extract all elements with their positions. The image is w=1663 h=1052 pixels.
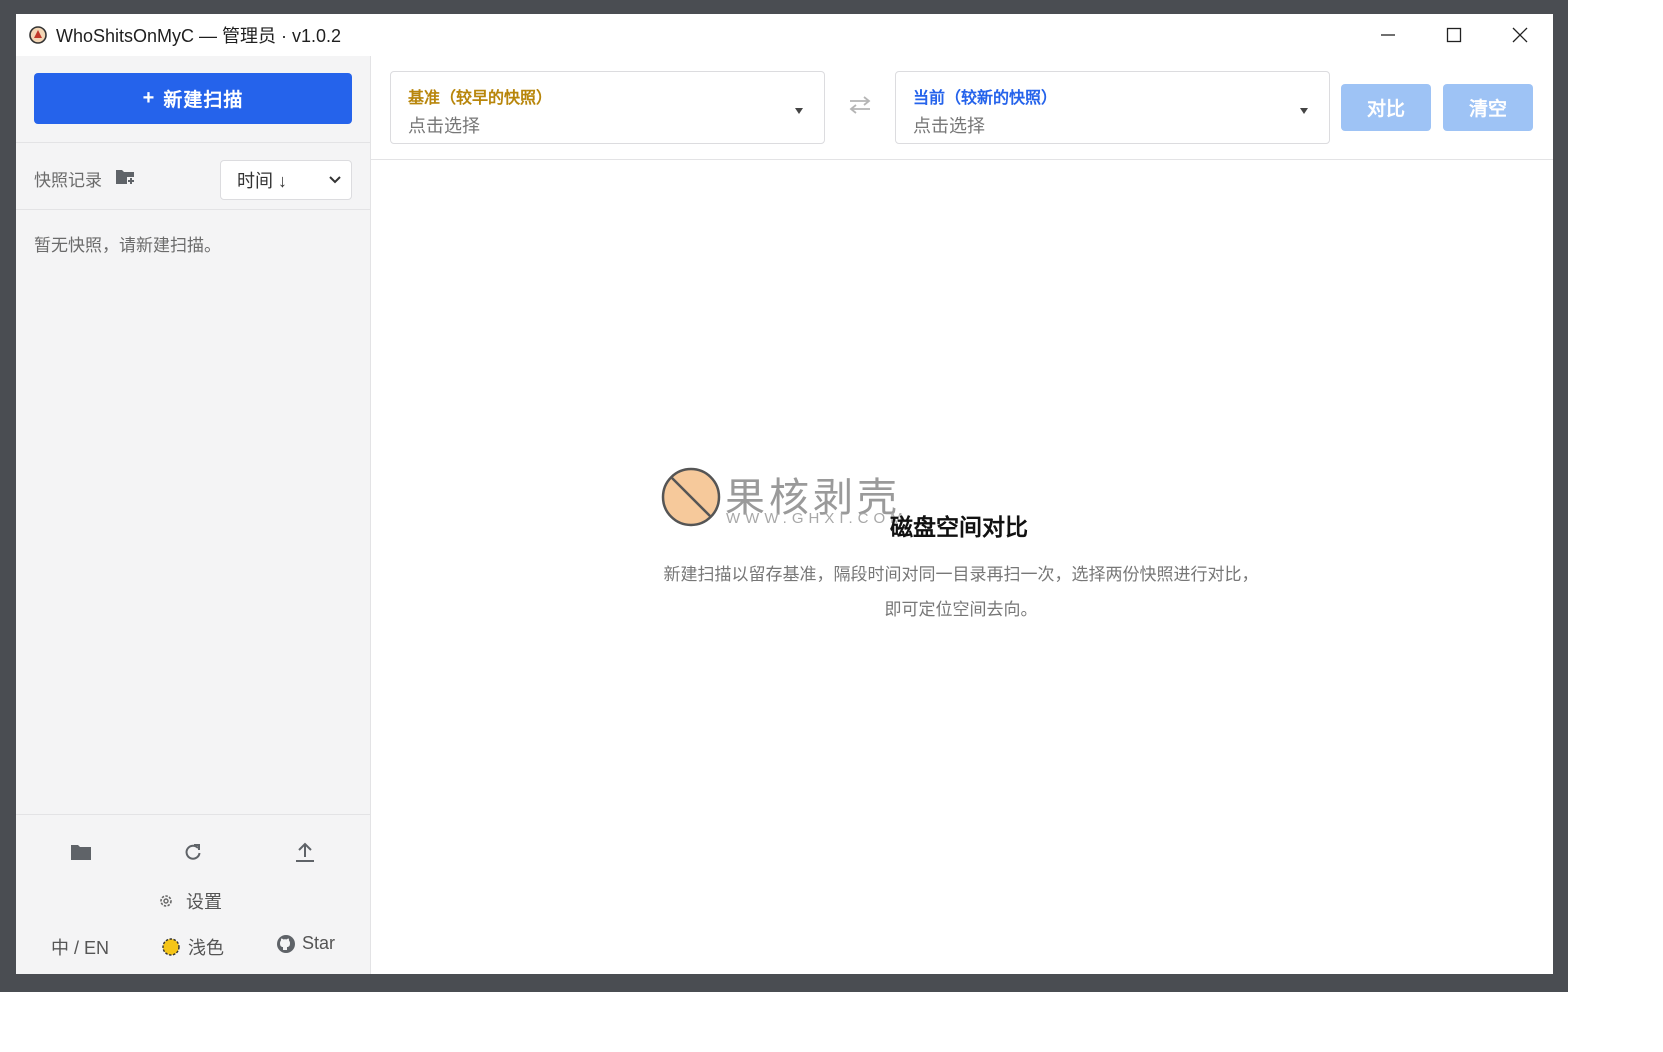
current-snapshot-title: 当前（较新的快照） bbox=[913, 90, 1058, 107]
minimize-button[interactable] bbox=[1355, 14, 1421, 56]
upload-icon bbox=[296, 842, 314, 862]
settings-label: 设置 bbox=[186, 892, 222, 912]
base-snapshot-select[interactable]: 基准（较早的快照） 点击选择 bbox=[390, 71, 825, 144]
snapshot-selector-bar: 基准（较早的快照） 点击选择 当前（较新的快照） 点击选择 对比 清空 bbox=[371, 56, 1553, 160]
snapshot-empty-text: 暂无快照，请新建扫描。 bbox=[34, 236, 221, 255]
divider bbox=[16, 209, 370, 210]
folder-import-icon[interactable] bbox=[115, 168, 136, 191]
app-logo-icon bbox=[28, 25, 48, 45]
current-snapshot-select[interactable]: 当前（较新的快照） 点击选择 bbox=[895, 71, 1330, 144]
settings-button[interactable]: 设置 bbox=[158, 888, 222, 914]
open-folder-button[interactable] bbox=[65, 836, 97, 868]
empty-state-title: 磁盘空间对比 bbox=[890, 514, 1028, 540]
new-scan-button[interactable]: + 新建扫描 bbox=[34, 73, 352, 124]
app-window: WhoShitsOnMyC — 管理员 · v1.0.2 + 新建扫描 快照记录… bbox=[16, 14, 1553, 974]
window-title: WhoShitsOnMyC — 管理员 · v1.0.2 bbox=[56, 26, 342, 46]
refresh-icon bbox=[185, 844, 201, 860]
sidebar: + 新建扫描 快照记录 时间 ↓ 暂无快照，请新建扫描。 设置 中 / EN 浅… bbox=[16, 56, 371, 974]
clear-button[interactable]: 清空 bbox=[1443, 84, 1533, 131]
caret-down-icon bbox=[794, 102, 804, 120]
watermark-logo-icon bbox=[660, 466, 722, 533]
history-label: 快照记录 bbox=[34, 171, 102, 190]
new-scan-label: 新建扫描 bbox=[163, 90, 244, 111]
github-star-link[interactable]: Star bbox=[276, 933, 335, 954]
compare-button[interactable]: 对比 bbox=[1341, 84, 1431, 131]
divider bbox=[16, 814, 370, 815]
swap-icon[interactable] bbox=[847, 94, 873, 121]
history-header: 快照记录 时间 ↓ bbox=[16, 143, 370, 209]
language-toggle[interactable]: 中 / EN bbox=[51, 934, 109, 960]
star-label: Star bbox=[302, 933, 336, 953]
plus-icon: + bbox=[142, 87, 156, 109]
sort-select-value: 时间 ↓ bbox=[237, 171, 288, 191]
theme-toggle[interactable]: 浅色 bbox=[160, 934, 224, 960]
maximize-button[interactable] bbox=[1421, 14, 1487, 56]
window-controls bbox=[1355, 14, 1553, 56]
sort-select[interactable]: 时间 ↓ bbox=[220, 160, 352, 200]
base-snapshot-title: 基准（较早的快照） bbox=[408, 90, 553, 107]
refresh-button[interactable] bbox=[177, 836, 209, 868]
desktop-frame: WhoShitsOnMyC — 管理员 · v1.0.2 + 新建扫描 快照记录… bbox=[0, 0, 1568, 992]
github-icon bbox=[277, 934, 295, 953]
title-bar: WhoShitsOnMyC — 管理员 · v1.0.2 bbox=[16, 14, 1553, 56]
close-button[interactable] bbox=[1487, 14, 1553, 56]
theme-label: 浅色 bbox=[188, 938, 224, 958]
folder-icon bbox=[71, 845, 91, 860]
gear-icon bbox=[160, 895, 172, 907]
caret-down-icon bbox=[1299, 102, 1309, 120]
main-content: 果核剥壳 WWW.GHXI.COM 磁盘空间对比 新建扫描以留存基准，隔段时间对… bbox=[371, 160, 1553, 974]
current-snapshot-placeholder: 点击选择 bbox=[913, 116, 985, 136]
base-snapshot-placeholder: 点击选择 bbox=[408, 116, 480, 136]
chevron-down-icon bbox=[327, 171, 343, 192]
upload-button[interactable] bbox=[289, 836, 321, 868]
empty-state-description: 新建扫描以留存基准，隔段时间对同一目录再扫一次，选择两份快照进行对比，即可定位空… bbox=[663, 565, 1259, 619]
sidebar-footer: 中 / EN 浅色 Star bbox=[16, 931, 370, 961]
watermark-url: WWW.GHXI.COM bbox=[726, 510, 908, 527]
sun-icon bbox=[162, 938, 180, 956]
sidebar-toolbar bbox=[16, 836, 370, 868]
